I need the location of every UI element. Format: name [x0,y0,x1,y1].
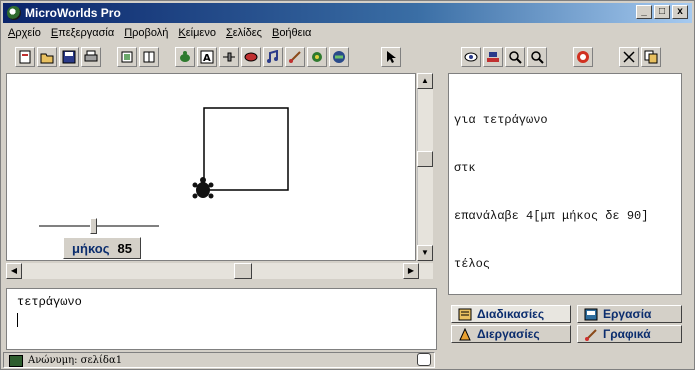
pointer-icon[interactable] [381,47,401,67]
length-slider-label: μήκος 85 [63,237,141,259]
print-icon[interactable] [81,47,101,67]
stop-icon[interactable] [573,47,593,67]
stamp-icon[interactable] [483,47,503,67]
open-folder-icon[interactable] [37,47,57,67]
scroll-down-button[interactable]: ▼ [417,245,433,261]
scroll-thumb[interactable] [417,151,433,167]
tab-procedures[interactable]: Διαδικασίες [451,305,571,323]
page-vertical-scrollbar[interactable]: ▲ ▼ [417,73,433,261]
svg-text:A: A [203,53,211,64]
tab-project[interactable]: Εργασία [577,305,682,323]
turtle-icon[interactable] [175,47,195,67]
speech-bubble-icon[interactable] [417,353,431,366]
scissors-icon[interactable] [619,47,639,67]
graphics-tab-icon [585,328,597,341]
menu-edit[interactable]: Επεξεργασία [46,27,119,39]
length-slider-knob[interactable] [89,218,97,234]
minimize-button[interactable]: _ [636,5,652,19]
window-title: MicroWorlds Pro [25,6,121,20]
procedures-pane[interactable]: για τετράγωνο στκ επανάλαβε 4[μπ μήκος δ… [448,73,682,295]
menu-pages[interactable]: Σελίδες [221,27,267,39]
new-page-icon[interactable] [15,47,35,67]
maximize-button[interactable]: □ [654,5,670,19]
tab-project-label: Εργασία [603,307,652,321]
zoom-out-icon[interactable] [527,47,547,67]
melody-icon[interactable] [307,47,327,67]
tab-graphics[interactable]: Γραφικά [577,325,682,343]
page-grid-icon[interactable] [139,47,159,67]
procedures-tab-icon [458,308,472,320]
text-caret [17,313,18,327]
title-bar[interactable]: MicroWorlds Pro _ □ x [3,3,692,23]
hscroll-thumb[interactable] [234,263,252,279]
copy-icon[interactable] [641,47,661,67]
menu-view[interactable]: Προβολή [119,27,173,39]
menu-text[interactable]: Κείμενο [173,27,221,39]
drawn-square [203,107,289,191]
save-icon[interactable] [59,47,79,67]
tab-processes-label: Διεργασίες [477,327,540,341]
tab-processes[interactable]: Διεργασίες [451,325,571,343]
length-slider-track[interactable] [39,225,159,228]
slider-name: μήκος [72,240,110,256]
code-line: στκ [454,161,476,175]
page-horizontal-scrollbar[interactable]: ◀ ▶ [6,263,433,279]
menu-help[interactable]: Βοήθεια [267,27,316,39]
turtle-icon[interactable] [192,177,214,199]
microworlds-logo-icon [7,6,21,20]
menu-file[interactable]: Αρχείο [3,27,46,39]
code-line: για τετράγωνο [454,113,548,127]
page-icon[interactable] [117,47,137,67]
turtle-graphics [192,107,289,199]
paint-icon[interactable] [285,47,305,67]
code-line: επανάλαβε 4[μπ μήκος δε 90] [454,209,649,223]
video-icon[interactable] [329,47,349,67]
command-text: τετράγωνο [17,295,82,309]
slider-value: 85 [117,240,132,256]
text-box-icon[interactable]: A [197,47,217,67]
scroll-up-button[interactable]: ▲ [417,73,433,89]
status-bar: Ανώνυμη: σελίδα1 [3,352,692,369]
music-icon[interactable] [263,47,283,67]
drawing-page[interactable] [6,73,416,261]
scroll-right-button[interactable]: ▶ [403,263,419,279]
tab-graphics-label: Γραφικά [603,327,651,341]
scroll-left-button[interactable]: ◀ [6,263,22,279]
code-line: τέλος [454,257,491,271]
project-tab-icon [584,308,598,320]
processes-tab-icon [459,327,471,340]
command-center[interactable]: τετράγωνο [6,288,437,350]
slider-icon[interactable] [219,47,239,67]
procedures-code: για τετράγωνο στκ επανάλαβε 4[μπ μήκος δ… [454,80,648,304]
close-button[interactable]: x [672,5,688,19]
microworlds-window: MicroWorlds Pro _ □ x Αρχείο Επεξεργασία… [0,0,695,370]
zoom-in-icon[interactable] [505,47,525,67]
menu-bar: Αρχείο Επεξεργασία Προβολή Κείμενο Σελίδ… [3,24,316,42]
eye-icon[interactable] [461,47,481,67]
tab-procedures-label: Διαδικασίες [477,307,545,321]
button-icon[interactable] [241,47,261,67]
main-toolbar: A [15,44,403,70]
secondary-toolbar [461,44,663,70]
